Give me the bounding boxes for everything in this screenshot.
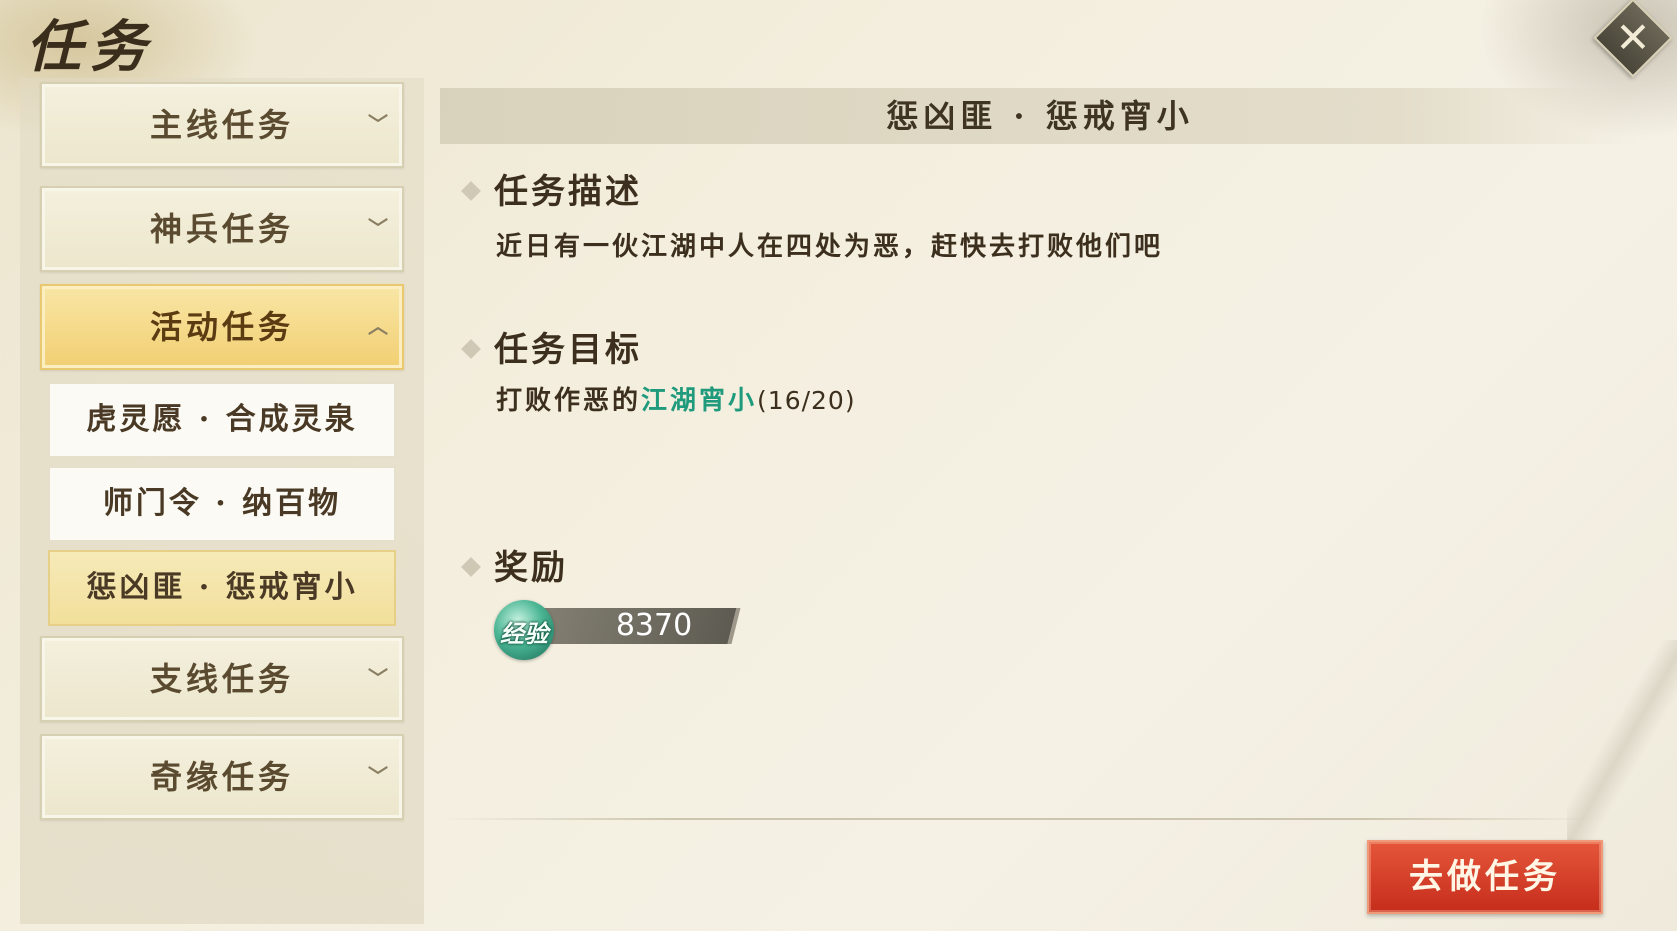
subtask-item[interactable]: 师门令 · 纳百物 [48, 466, 396, 542]
go-do-task-button[interactable]: 去做任务 [1367, 840, 1603, 914]
subtask-item[interactable]: 虎灵愿 · 合成灵泉 [48, 382, 396, 458]
exp-orb-icon: 经验 [494, 600, 554, 660]
description-title: 任务描述 [494, 172, 642, 212]
brush-decoration-right [1567, 640, 1677, 860]
chevron-up-icon: ︿ [368, 314, 392, 338]
chevron-down-icon: ﹀ [368, 112, 392, 136]
objective-prefix: 打败作恶的 [496, 386, 642, 416]
objective-text: 打败作恶的江湖宵小(16/20) [496, 380, 856, 417]
description-text: 近日有一伙江湖中人在四处为恶，赶快去打败他们吧 [496, 232, 1164, 262]
chevron-down-icon: ﹀ [368, 764, 392, 788]
reward-exp: 8370 经验 [494, 600, 741, 660]
reward-heading: 奖励 [461, 540, 568, 589]
objective-title: 任务目标 [494, 330, 642, 370]
category-label: 主线任务 [149, 106, 294, 144]
diamond-bullet-icon [461, 181, 481, 201]
category-label: 活动任务 [149, 308, 294, 346]
exp-label: 经验 [500, 619, 548, 648]
chevron-down-icon: ﹀ [368, 216, 392, 240]
page-title: 任务 [26, 14, 154, 80]
category-main-quest[interactable]: 主线任务 ﹀ [40, 82, 404, 168]
category-encounter-quest[interactable]: 奇缘任务 ﹀ [40, 734, 404, 820]
category-event-quest[interactable]: 活动任务 ︿ [40, 284, 404, 370]
diamond-bullet-icon [461, 557, 481, 577]
footer-divider [440, 818, 1600, 820]
subtask-item-selected[interactable]: 惩凶匪 · 惩戒宵小 [48, 550, 396, 626]
reward-title: 奖励 [494, 548, 568, 588]
diamond-bullet-icon [461, 339, 481, 359]
description-heading: 任务描述 [461, 164, 642, 213]
objective-target-link[interactable]: 江湖宵小 [641, 386, 757, 416]
category-weapon-quest[interactable]: 神兵任务 ﹀ [40, 186, 404, 272]
category-label: 奇缘任务 [149, 758, 294, 796]
task-detail-header: 惩凶匪 · 惩戒宵小 [440, 88, 1640, 144]
chevron-down-icon: ﹀ [368, 666, 392, 690]
category-label: 神兵任务 [149, 210, 294, 248]
objective-progress: (16/20) [757, 386, 856, 415]
close-icon: ✕ [1615, 12, 1651, 62]
category-side-quest[interactable]: 支线任务 ﹀ [40, 636, 404, 722]
objective-heading: 任务目标 [461, 322, 642, 371]
reward-value: 8370 [615, 608, 693, 643]
category-label: 支线任务 [149, 660, 294, 698]
